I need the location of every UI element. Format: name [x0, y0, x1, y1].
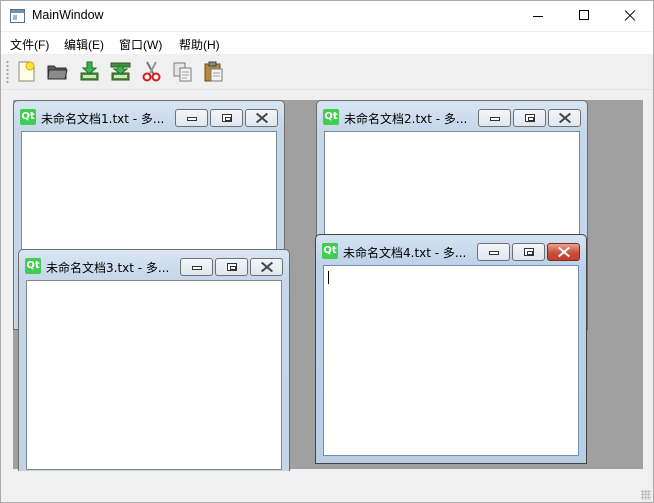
subwindow-minimize-button[interactable]	[180, 258, 213, 276]
paste-button[interactable]	[202, 60, 225, 83]
copy-button[interactable]	[171, 60, 194, 83]
close-icon	[623, 9, 637, 23]
text-cursor	[328, 271, 329, 284]
subwindow-close-button[interactable]	[245, 109, 278, 127]
subwindow-minimize-button[interactable]	[478, 109, 511, 127]
cut-button[interactable]	[140, 60, 163, 83]
subwindow-title: 未命名文档2.txt - 多...	[344, 112, 468, 126]
restore-icon	[227, 263, 237, 271]
subwindow-restore-button[interactable]	[513, 109, 546, 127]
subwindow-close-button[interactable]	[548, 109, 581, 127]
subwindow-titlebar[interactable]: Qt 未命名文档4.txt - 多...	[316, 235, 586, 265]
menu-help[interactable]: 帮助(H)	[179, 36, 220, 53]
open-file-button[interactable]	[46, 60, 69, 83]
open-folder-icon	[47, 65, 68, 80]
subwindow-restore-button[interactable]	[210, 109, 243, 127]
save-as-icon	[110, 62, 131, 81]
subwindow-restore-button[interactable]	[215, 258, 248, 276]
status-bar	[1, 471, 653, 502]
subwindow-doc4[interactable]: Qt 未命名文档4.txt - 多...	[315, 234, 587, 464]
restore-icon	[524, 248, 534, 256]
window-title: MainWindow	[32, 8, 104, 22]
paste-icon	[204, 61, 223, 82]
mdi-area[interactable]: Qt 未命名文档1.txt - 多... Qt 未命名文档2.txt - 多..…	[13, 100, 643, 474]
text-editor[interactable]	[26, 280, 282, 470]
subwindow-title: 未命名文档3.txt - 多...	[46, 261, 170, 275]
toolbar-grip[interactable]	[6, 60, 9, 84]
maximize-button[interactable]	[561, 1, 607, 31]
minimize-icon	[490, 117, 500, 121]
close-icon	[558, 247, 570, 257]
save-icon	[80, 61, 99, 81]
menu-window[interactable]: 窗口(W)	[119, 36, 162, 53]
restore-icon	[525, 114, 535, 122]
close-icon	[261, 262, 273, 272]
subwindow-titlebar[interactable]: Qt 未命名文档2.txt - 多...	[317, 101, 587, 131]
subwindow-close-button[interactable]	[547, 243, 580, 261]
minimize-icon	[533, 16, 543, 17]
new-file-icon	[18, 61, 35, 82]
subwindow-minimize-button[interactable]	[477, 243, 510, 261]
close-icon	[559, 113, 571, 123]
save-button[interactable]	[78, 60, 101, 83]
qt-logo-icon: Qt	[323, 109, 339, 125]
subwindow-titlebar[interactable]: Qt 未命名文档1.txt - 多...	[14, 101, 284, 131]
minimize-icon	[192, 266, 202, 270]
qt-logo-icon: Qt	[20, 109, 36, 125]
qt-logo-icon: Qt	[25, 258, 41, 274]
cut-icon	[142, 61, 161, 82]
copy-icon	[173, 62, 192, 82]
minimize-icon	[489, 251, 499, 255]
menu-edit[interactable]: 编辑(E)	[64, 36, 104, 53]
new-file-button[interactable]	[15, 60, 38, 83]
text-editor[interactable]	[323, 265, 579, 456]
subwindow-restore-button[interactable]	[512, 243, 545, 261]
minimize-button[interactable]	[515, 1, 561, 31]
maximize-icon	[579, 10, 589, 20]
restore-icon	[222, 114, 232, 122]
main-window: MainWindow 文件(F) 编辑(E) 窗口(W) 帮助(H) Qt 未命…	[0, 0, 654, 503]
title-bar[interactable]: MainWindow	[1, 1, 653, 31]
subwindow-close-button[interactable]	[250, 258, 283, 276]
qt-logo-icon: Qt	[322, 243, 338, 259]
resize-grip-icon[interactable]	[641, 490, 651, 500]
minimize-icon	[187, 117, 197, 121]
subwindow-minimize-button[interactable]	[175, 109, 208, 127]
save-as-button[interactable]	[109, 60, 132, 83]
menu-file[interactable]: 文件(F)	[10, 36, 49, 53]
close-button[interactable]	[607, 1, 653, 31]
subwindow-doc3[interactable]: Qt 未命名文档3.txt - 多...	[18, 249, 290, 474]
menu-bar: 文件(F) 编辑(E) 窗口(W) 帮助(H)	[1, 32, 653, 54]
subwindow-titlebar[interactable]: Qt 未命名文档3.txt - 多...	[19, 250, 289, 280]
toolbar	[1, 54, 653, 90]
subwindow-title: 未命名文档1.txt - 多...	[41, 112, 165, 126]
app-window-icon	[10, 9, 25, 23]
close-icon	[256, 113, 268, 123]
subwindow-title: 未命名文档4.txt - 多...	[343, 246, 467, 260]
